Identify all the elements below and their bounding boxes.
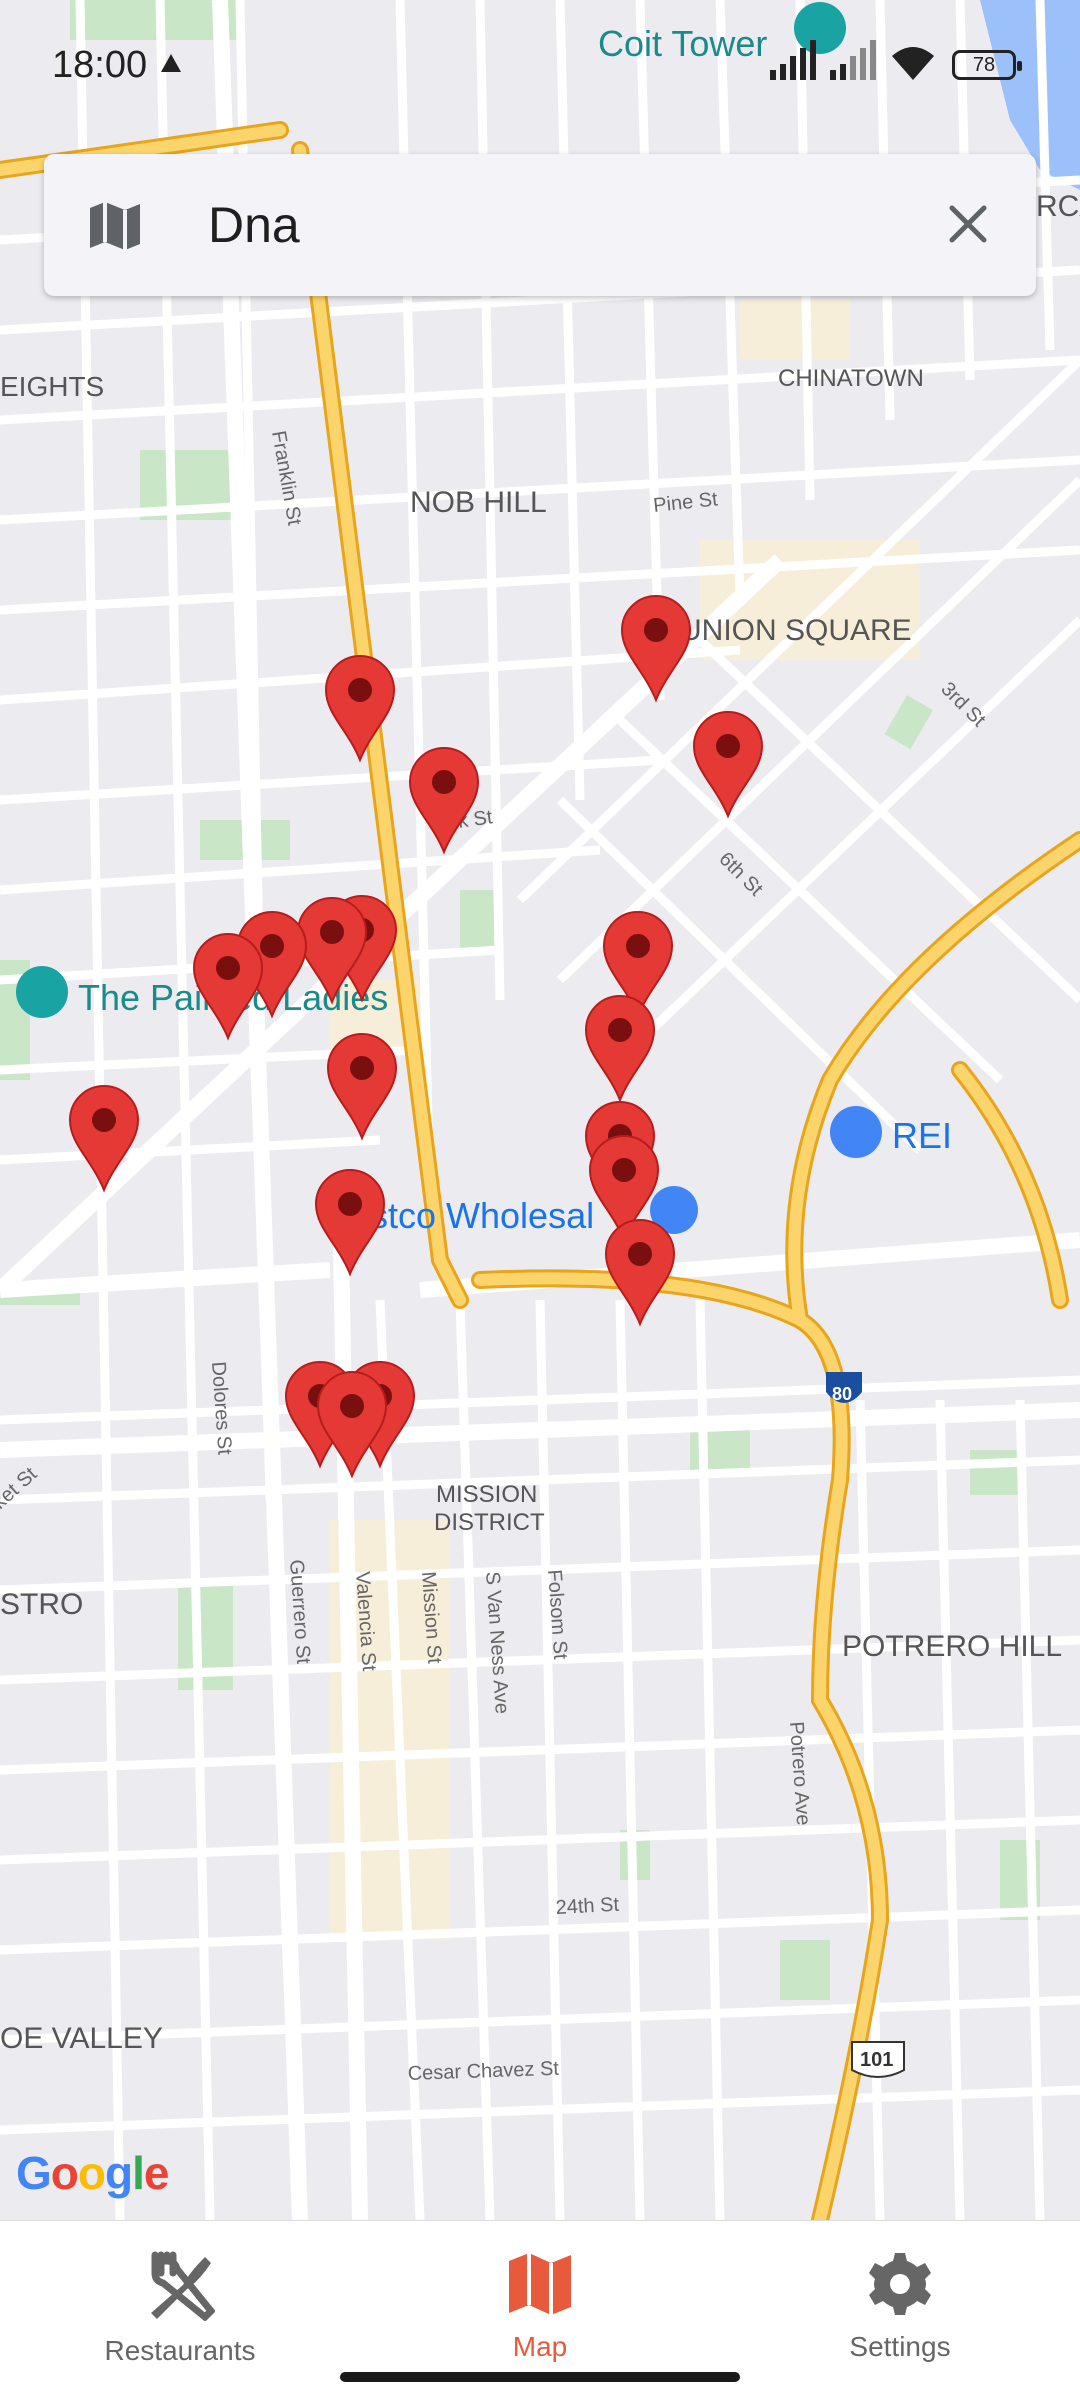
gear-icon [869,2253,931,2315]
map-icon [509,2253,571,2315]
painted-ladies-icon [16,966,68,1018]
label-union-square: UNION SQUARE [680,614,912,647]
nav-map-label: Map [512,2331,568,2362]
label-castro: STRO [0,1588,83,1621]
label-mission-district-2: DISTRICT [434,1509,545,1536]
nav-map[interactable]: Map [410,2239,670,2379]
signal-icon [770,40,816,80]
nav-settings-label: Settings [849,2331,951,2362]
rei-icon [830,1106,882,1158]
label-potrero-hill: POTRERO HILL [842,1630,1062,1663]
label-nob-hill: NOB HILL [410,486,547,519]
notification-icon [161,54,181,72]
battery-icon: 78 [952,50,1022,80]
label-24th-st: 24th St [555,1894,620,1919]
map-view[interactable]: Coit Tower RCA EIGHTS CHINATOWN NOB HILL… [0,0,1080,2220]
label-costco[interactable]: stco Wholesal [370,1195,594,1236]
nav-restaurants-label: Restaurants [104,2335,256,2366]
signal-2-icon [830,40,876,80]
us101-shield-icon: 101 [851,2041,905,2078]
close-icon[interactable] [940,196,996,252]
home-indicator [340,2372,740,2382]
label-noe-valley: OE VALLEY [0,2022,163,2055]
label-rca: RCA [1036,190,1080,223]
google-logo: Google [16,2147,169,2199]
nav-settings[interactable]: Settings [770,2239,1030,2379]
fork-knife-icon [151,2251,215,2321]
status-time: 18:00 [52,44,148,86]
svg-text:80: 80 [832,1384,852,1404]
search-bar[interactable]: Dna [44,154,1036,296]
label-mission-district-1: MISSION [436,1481,537,1508]
status-bar: 18:00 78 [0,0,1080,130]
label-rei[interactable]: REI [892,1115,952,1156]
nav-restaurants[interactable]: Restaurants [50,2239,310,2379]
svg-text:101: 101 [860,2049,893,2071]
wifi-icon [892,47,934,80]
label-chinatown: CHINATOWN [778,365,924,392]
label-heights: EIGHTS [0,371,104,402]
map-icon[interactable] [88,202,142,250]
search-input[interactable]: Dna [208,196,300,254]
